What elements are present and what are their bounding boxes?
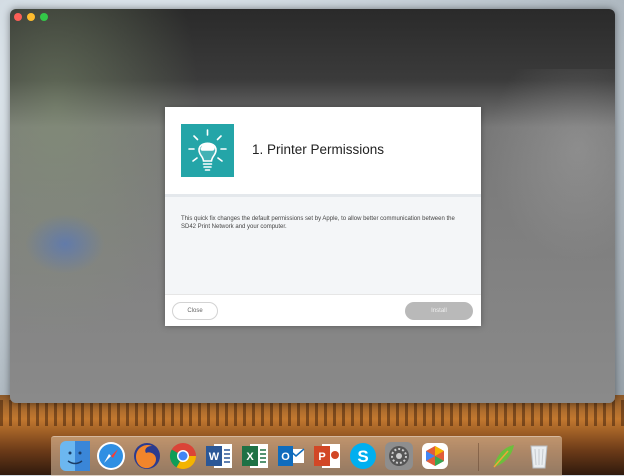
- dock-separator: [478, 443, 479, 471]
- svg-text:S: S: [357, 447, 368, 466]
- window-controls: [14, 13, 48, 21]
- word-icon[interactable]: W: [203, 440, 235, 472]
- window-close-button[interactable]: [14, 13, 22, 21]
- svg-text:W: W: [209, 451, 220, 463]
- quick-fix-dialog: 1. Printer Permissions This quick fix ch…: [165, 107, 481, 326]
- excel-icon[interactable]: X: [239, 440, 271, 472]
- powerpoint-icon[interactable]: P: [311, 440, 343, 472]
- outlook-icon[interactable]: O: [275, 440, 307, 472]
- window-zoom-button[interactable]: [40, 13, 48, 21]
- install-button[interactable]: Install: [405, 302, 473, 320]
- app-window: 1. Printer Permissions This quick fix ch…: [10, 9, 615, 403]
- trash-icon[interactable]: [523, 440, 555, 472]
- dialog-title: 1. Printer Permissions: [252, 142, 385, 157]
- close-button[interactable]: Close: [172, 302, 218, 320]
- dialog-header: 1. Printer Permissions: [165, 107, 481, 194]
- self-service-icon[interactable]: [419, 440, 451, 472]
- dialog-footer: Close Install: [165, 294, 481, 326]
- skype-icon[interactable]: S: [347, 440, 379, 472]
- firefox-icon[interactable]: [131, 440, 163, 472]
- fix-description: This quick fix changes the default permi…: [181, 216, 455, 230]
- dock: W X O P S: [51, 436, 562, 476]
- svg-text:X: X: [246, 451, 254, 463]
- finder-icon[interactable]: [59, 440, 91, 472]
- lightbulb-icon: [181, 124, 234, 177]
- feather-app-icon[interactable]: [487, 440, 519, 472]
- chrome-icon[interactable]: [167, 440, 199, 472]
- system-preferences-icon[interactable]: [383, 440, 415, 472]
- svg-text:O: O: [281, 451, 290, 463]
- window-minimize-button[interactable]: [27, 13, 35, 21]
- svg-text:P: P: [318, 451, 325, 463]
- safari-icon[interactable]: [95, 440, 127, 472]
- dialog-body: This quick fix changes the default permi…: [165, 194, 481, 294]
